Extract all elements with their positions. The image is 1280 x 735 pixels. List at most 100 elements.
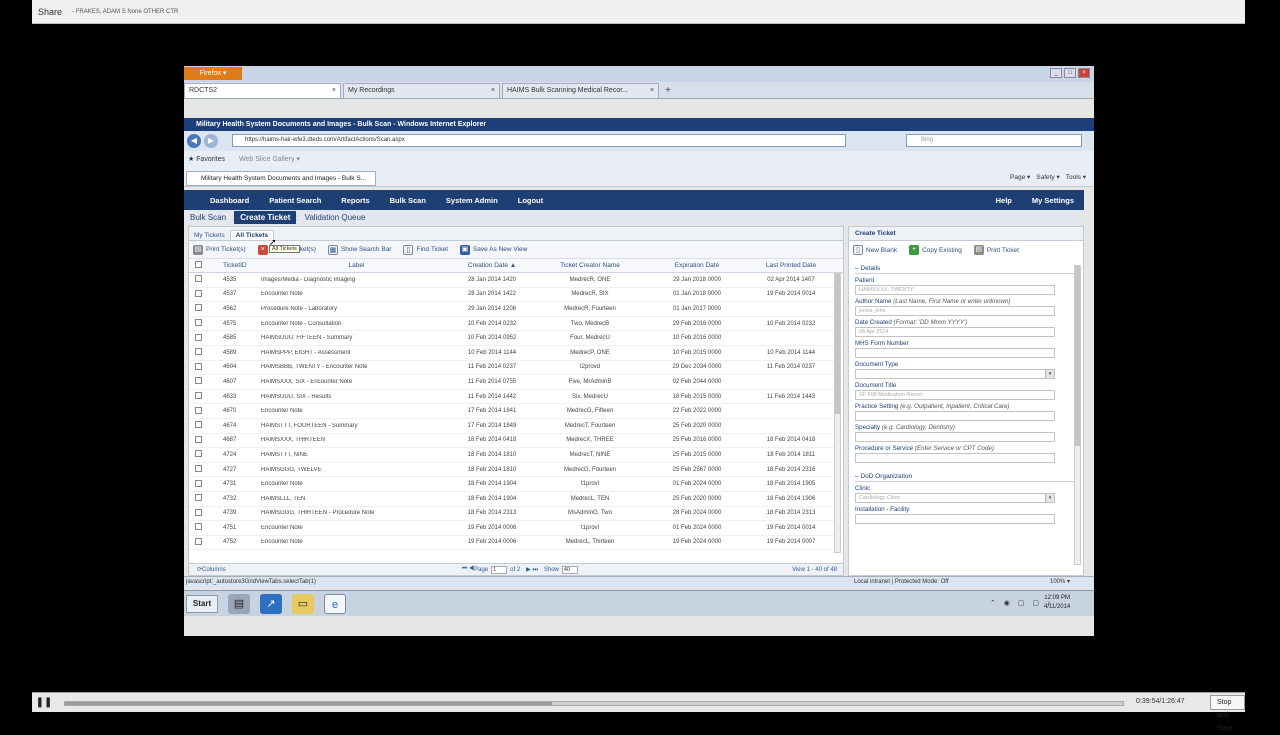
print-ticket-button[interactable]: ▤ Print Ticket	[973, 245, 1019, 255]
back-icon[interactable]: ◀	[187, 134, 201, 148]
copy-existing-button[interactable]: + Copy Existing	[909, 245, 962, 255]
browser-tab-haims[interactable]: HAIMS Bulk Scanning Medical Recor... ×	[502, 83, 659, 98]
row-checkbox[interactable]	[189, 450, 207, 459]
row-checkbox[interactable]	[189, 289, 207, 299]
close-icon[interactable]: ×	[1078, 68, 1090, 78]
firefox-menu-button[interactable]: Firefox ▾	[184, 67, 242, 80]
nav-reports[interactable]: Reports	[331, 196, 379, 205]
tab-close-icon[interactable]: ×	[491, 84, 495, 98]
print-tickets-button[interactable]: ▤ Print Ticket(s)	[193, 244, 246, 255]
row-checkbox[interactable]	[189, 523, 207, 532]
row-checkbox[interactable]	[189, 494, 207, 503]
form-field-input[interactable]: SF 508 Medication Recon	[855, 390, 1055, 400]
web-slice-gallery[interactable]: Web Slice Gallery ▾	[239, 156, 300, 163]
scroll-thumb[interactable]	[1075, 266, 1080, 446]
tab-my-tickets[interactable]: My Tickets	[189, 231, 230, 240]
zoom-level[interactable]: 100% ▾	[1050, 577, 1070, 588]
nav-logout[interactable]: Logout	[508, 196, 553, 205]
first-page-icon[interactable]: ⏮ ◀	[462, 566, 474, 573]
minimize-icon[interactable]: _	[1050, 68, 1062, 78]
url-input[interactable]: https://haims-hair-wfe3.dteds.com/Artifa…	[232, 134, 846, 147]
search-input[interactable]: Bing	[906, 134, 1082, 147]
nav-help[interactable]: Help	[986, 196, 1022, 205]
row-checkbox[interactable]	[189, 348, 207, 357]
table-row[interactable]: 4752 Encounter Note 19 Feb 2014 0006 Medrec…	[189, 536, 843, 551]
table-row[interactable]: 4674 HAIMSTTT, FOURTEEN - Summary 17 Feb 2…	[189, 419, 843, 434]
row-checkbox[interactable]	[189, 537, 207, 547]
col-ticket-creator[interactable]: Ticket Creator Name	[532, 262, 648, 269]
page-size-select[interactable]: 40	[561, 565, 578, 574]
subnav-create-ticket[interactable]: Create Ticket	[234, 211, 297, 224]
table-row[interactable]: 4727 HAIMSGGG, TWELVE 18 Feb 2014 1810 Medr…	[189, 463, 843, 478]
col-last-printed[interactable]: Last Printed Date	[746, 262, 836, 269]
internet-explorer-icon[interactable]: e	[324, 594, 346, 614]
table-row[interactable]: 4687 HAIMSXXX, THIRTEEN 18 Feb 2014 0418 Me…	[189, 434, 843, 449]
row-checkbox[interactable]	[189, 377, 207, 386]
row-checkbox[interactable]	[189, 304, 207, 313]
form-field-input[interactable]	[855, 411, 1055, 421]
show-search-bar-button[interactable]: ▦ Show Search Bar	[327, 244, 391, 255]
form-scrollbar[interactable]	[1074, 265, 1081, 565]
row-checkbox[interactable]	[189, 465, 207, 474]
row-checkbox[interactable]	[189, 392, 207, 401]
tab-close-icon[interactable]: ×	[332, 84, 336, 98]
start-button[interactable]: Start	[186, 595, 218, 613]
nav-bulk-scan[interactable]: Bulk Scan	[380, 196, 436, 205]
safety-menu[interactable]: Safety ▾	[1036, 173, 1060, 181]
tab-close-icon[interactable]: ×	[650, 84, 654, 98]
row-checkbox[interactable]	[189, 479, 207, 489]
nav-dashboard[interactable]: Dashboard	[200, 196, 259, 205]
forward-icon[interactable]: ▶	[204, 134, 218, 148]
row-checkbox[interactable]	[189, 508, 207, 518]
tools-menu[interactable]: Tools ▾	[1066, 173, 1086, 181]
powershell-icon[interactable]: ↗	[260, 594, 282, 614]
page-input[interactable]: 1	[491, 565, 508, 574]
table-row[interactable]: 4751 Encounter Note 19 Feb 2014 0006 t1prov…	[189, 521, 843, 536]
form-field-input[interactable]: 06 Apr 2014	[855, 327, 1055, 337]
table-row[interactable]: 4604 HAIMSBBB, TWENTY - Encounter Note 11 …	[189, 361, 843, 376]
taskbar-clock[interactable]: 12:09 PM 4/11/2014	[1044, 594, 1070, 612]
form-field-input[interactable]	[855, 432, 1055, 442]
table-row[interactable]: 4607 HAIMSXXX, SIX - Encounter Note 11 Feb…	[189, 375, 843, 390]
share-button[interactable]: Share	[38, 7, 62, 17]
table-row[interactable]: 4535 Images/Media - Diagnostic Imaging 28 …	[189, 273, 843, 288]
table-row[interactable]: 4633 HAIMSUUU, SIX - Results 11 Feb 2014 1…	[189, 390, 843, 405]
subnav-bulk-scan[interactable]: Bulk Scan	[184, 213, 232, 222]
pause-icon[interactable]: ❚❚	[32, 697, 56, 708]
page-menu[interactable]: Page ▾	[1010, 173, 1030, 181]
table-row[interactable]: 4575 Encounter Note - Consultation 10 Feb …	[189, 317, 843, 332]
table-row[interactable]: 4562 Procedure Note - Laboratory 29 Jan 20…	[189, 302, 843, 317]
form-field-input[interactable]: Cardiology Clinic ▾	[855, 493, 1055, 503]
col-creation-date[interactable]: Creation Date ▲	[452, 262, 532, 269]
table-row[interactable]: 4670 Encounter Note 17 Feb 2014 1841 Medrec…	[189, 404, 843, 419]
subnav-validation-queue[interactable]: Validation Queue	[299, 213, 372, 222]
nav-my-settings[interactable]: My Settings	[1022, 196, 1084, 205]
columns-button[interactable]: Columns	[202, 567, 226, 573]
row-checkbox[interactable]	[189, 319, 207, 328]
nav-patient-search[interactable]: Patient Search	[259, 196, 331, 205]
new-tab-button[interactable]: +	[661, 84, 675, 98]
save-as-new-view-button[interactable]: ▣ Save As New View	[459, 244, 527, 255]
row-checkbox[interactable]	[189, 362, 207, 372]
favorites-button[interactable]: Favorites	[196, 156, 225, 163]
table-row[interactable]: 4731 Encounter Note 18 Feb 2014 1904 t1prov…	[189, 477, 843, 492]
folder-icon[interactable]: ▭	[292, 594, 314, 614]
row-checkbox[interactable]	[189, 406, 207, 416]
scroll-thumb[interactable]	[835, 274, 840, 414]
table-row[interactable]: 4739 HAIMSGGG, THIRTEEN - Procedure Note 1…	[189, 507, 843, 522]
printer-app-icon[interactable]: ▤	[228, 594, 250, 614]
chevron-down-icon[interactable]: ▾	[1045, 370, 1054, 378]
find-ticket-button[interactable]: ▯ Find Ticket	[403, 244, 448, 255]
form-field-input[interactable]	[855, 348, 1055, 358]
form-field-input[interactable]: jones, john	[855, 306, 1055, 316]
ie-page-tab[interactable]: Military Health System Documents and Ima…	[186, 171, 376, 186]
col-expiration-date[interactable]: Expiration Date	[648, 262, 746, 269]
next-page-icon[interactable]: ▶ ⏭	[526, 566, 538, 574]
row-checkbox[interactable]	[189, 333, 207, 343]
maximize-icon[interactable]: □	[1064, 68, 1076, 78]
nav-system-admin[interactable]: System Admin	[436, 196, 508, 205]
row-checkbox[interactable]	[189, 421, 207, 430]
tab-all-tickets[interactable]: All Tickets	[229, 230, 275, 240]
seek-bar[interactable]	[64, 701, 1124, 706]
table-row[interactable]: 4537 Encounter Note 28 Jan 2014 1422 Medrec…	[189, 288, 843, 303]
